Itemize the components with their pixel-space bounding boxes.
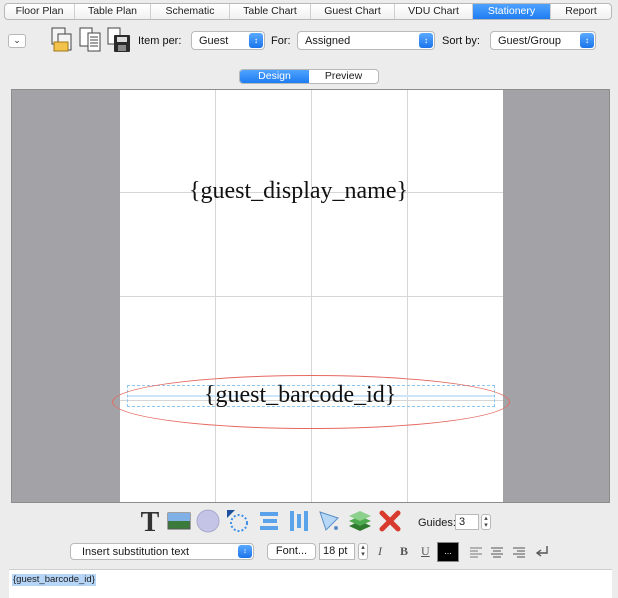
bold-button[interactable]: B [400, 543, 408, 560]
chevron-updown-icon: ↕ [419, 33, 433, 48]
chevron-updown-icon: ↕ [580, 33, 594, 48]
tab-floor-plan[interactable]: Floor Plan [5, 4, 75, 19]
list-icon[interactable] [79, 26, 103, 54]
selected-text: {guest_barcode_id} [12, 574, 96, 586]
tab-guest-chart[interactable]: Guest Chart [311, 4, 395, 19]
item-per-label: Item per: [138, 35, 182, 47]
tab-preview[interactable]: Preview [309, 70, 378, 83]
layers-icon[interactable] [347, 508, 373, 534]
chevron-down-icon: ⌄ [13, 35, 21, 45]
sort-by-label: Sort by: [442, 35, 480, 47]
paint-bucket-icon[interactable] [316, 508, 342, 534]
circle-tool-icon[interactable] [195, 508, 221, 534]
tab-vdu-chart[interactable]: VDU Chart [395, 4, 473, 19]
item-per-select[interactable]: Guest ↕ [191, 31, 265, 50]
save-icon[interactable] [107, 26, 131, 54]
guides-field[interactable]: 3 [455, 514, 479, 530]
insert-substitution-select[interactable]: Insert substitution text ↕ [70, 543, 254, 560]
design-canvas[interactable]: {guest_display_name} {guest_barcode_id} [11, 89, 610, 503]
tab-stationery[interactable]: Stationery [473, 4, 551, 19]
image-tool-icon[interactable] [166, 508, 192, 534]
for-select[interactable]: Assigned ↕ [297, 31, 435, 50]
align-center-icon[interactable] [490, 546, 504, 558]
delete-icon[interactable] [377, 508, 403, 534]
return-icon[interactable] [535, 545, 549, 558]
tab-report[interactable]: Report [551, 4, 611, 19]
guide-line [120, 296, 503, 297]
font-size-stepper[interactable]: ▴ ▾ [358, 543, 368, 560]
stationery-page[interactable]: {guest_display_name} {guest_barcode_id} [120, 90, 503, 502]
tab-design[interactable]: Design [240, 70, 309, 83]
tab-table-chart[interactable]: Table Chart [230, 4, 311, 19]
italic-button[interactable]: I [378, 543, 382, 560]
guides-stepper[interactable]: ▴ ▾ [481, 514, 491, 530]
chevron-updown-icon: ↕ [249, 33, 263, 48]
sort-by-value: Guest/Group [498, 35, 561, 47]
dotted-circle-tool-icon[interactable] [225, 508, 251, 534]
copy-icon[interactable] [50, 26, 74, 54]
font-button[interactable]: Font... [267, 543, 316, 560]
font-size-field[interactable]: 18 pt [319, 543, 355, 560]
align-horizontal-icon[interactable] [256, 508, 282, 534]
chevron-updown-icon: ↕ [238, 545, 252, 558]
align-left-icon[interactable] [469, 546, 483, 558]
text-color-well[interactable]: ... [437, 542, 459, 562]
align-right-icon[interactable] [512, 546, 526, 558]
tab-table-plan[interactable]: Table Plan [75, 4, 151, 19]
insert-substitution-value: Insert substitution text [82, 546, 189, 558]
collapse-button[interactable]: ⌄ [8, 34, 26, 48]
text-tool-icon[interactable]: T [137, 508, 163, 534]
svg-text:T: T [141, 508, 160, 534]
main-tab-bar: Floor Plan Table Plan Schematic Table Ch… [4, 3, 612, 20]
guest-display-name-field[interactable]: {guest_display_name} [189, 178, 408, 205]
text-editor[interactable]: {guest_barcode_id} [9, 569, 612, 598]
align-vertical-icon[interactable] [286, 508, 312, 534]
highlight-oval [112, 375, 510, 429]
for-value: Assigned [305, 35, 351, 47]
sort-by-select[interactable]: Guest/Group ↕ [490, 31, 596, 50]
underline-button[interactable]: U [421, 543, 430, 560]
for-label: For: [271, 35, 291, 47]
item-per-value: Guest [199, 35, 229, 47]
guides-label: Guides: [418, 517, 456, 529]
tab-schematic[interactable]: Schematic [151, 4, 230, 19]
design-preview-switch: Design Preview [239, 69, 379, 84]
